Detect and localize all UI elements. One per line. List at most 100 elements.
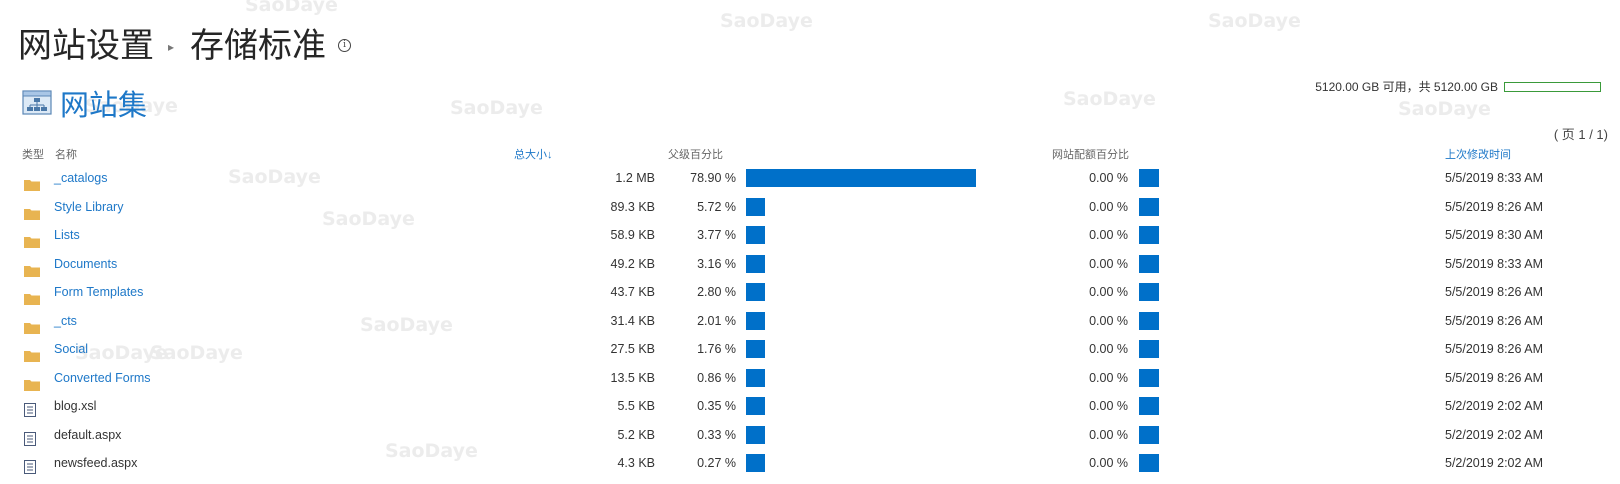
item-name[interactable]: Documents	[54, 250, 117, 278]
item-size: 13.5 KB	[610, 370, 655, 385]
item-size: 43.7 KB	[610, 285, 655, 299]
table-row[interactable]: blog.xsl 5.5 KB 0.35 % 0.00 % 5/2/2019 2:02 …	[0, 392, 1620, 420]
item-parent-percent: 0.33 %	[697, 427, 736, 442]
item-quota-percent: 0.00 %	[1089, 313, 1128, 328]
table-row[interactable]: Converted Forms 13.5 KB 0.86 % 0.00 % 5/5/20…	[0, 364, 1620, 392]
watermark: SaoDaye	[1208, 10, 1301, 32]
table-row[interactable]: _catalogs 1.2 MB 78.90 % 0.00 % 5/5/2019 8:3…	[0, 164, 1620, 192]
item-last-modified: 5/2/2019 2:02 AM	[1445, 427, 1543, 442]
item-name[interactable]: _catalogs	[54, 164, 108, 192]
item-parent-percent: 2.80 %	[697, 285, 736, 299]
column-header-quota-percent[interactable]: 网站配额百分比	[1052, 146, 1129, 162]
table-row[interactable]: default.aspx 5.2 KB 0.33 % 0.00 % 5/2/2019 2…	[0, 421, 1620, 449]
parent-percent-bar	[746, 454, 765, 472]
column-header-parent-percent[interactable]: 父级百分比	[668, 146, 723, 162]
item-name[interactable]: default.aspx	[54, 421, 121, 449]
watermark: SaoDaye	[1398, 98, 1491, 120]
storage-summary: 5120.00 GB 可用，共 5120.00 GB	[1315, 78, 1601, 95]
item-last-modified: 5/5/2019 8:30 AM	[1445, 228, 1543, 242]
item-quota-percent: 0.00 %	[1089, 199, 1128, 214]
quota-percent-bar	[1139, 254, 1159, 273]
item-parent-percent: 3.16 %	[697, 256, 736, 271]
quota-percent-bar	[1139, 226, 1159, 244]
table-row[interactable]: Style Library 89.3 KB 5.72 % 0.00 % 5/5/2019…	[0, 193, 1620, 221]
parent-percent-bar	[746, 340, 765, 358]
parent-percent-bar	[746, 397, 765, 415]
quota-percent-bar	[1139, 311, 1159, 330]
parent-percent-bar	[746, 254, 765, 273]
breadcrumb-parent[interactable]: 网站设置	[18, 18, 154, 67]
parent-percent-bar	[746, 169, 976, 187]
item-last-modified: 5/5/2019 8:26 AM	[1445, 370, 1543, 385]
table-row[interactable]: Social 27.5 KB 1.76 % 0.00 % 5/5/2019 8:26 A…	[0, 335, 1620, 363]
table-row[interactable]: newsfeed.aspx 4.3 KB 0.27 % 0.00 % 5/2/2019 …	[0, 449, 1620, 477]
item-quota-percent: 0.00 %	[1089, 228, 1128, 242]
pager: ( 页 1 / 1)	[1553, 127, 1608, 142]
item-name[interactable]: Lists	[54, 221, 80, 249]
item-parent-percent: 2.01 %	[697, 313, 736, 328]
storage-usage-bar	[1504, 81, 1601, 92]
item-name[interactable]: newsfeed.aspx	[54, 449, 137, 477]
parent-percent-bar	[746, 368, 765, 387]
item-quota-percent: 0.00 %	[1089, 342, 1128, 356]
item-quota-percent: 0.00 %	[1089, 399, 1128, 413]
site-collection-heading[interactable]: 网站集	[22, 82, 147, 124]
breadcrumb-current: 存储标准	[190, 26, 327, 66]
item-parent-percent: 0.35 %	[697, 399, 736, 413]
item-last-modified: 5/5/2019 8:33 AM	[1445, 256, 1543, 271]
table-row[interactable]: Lists 58.9 KB 3.77 % 0.00 % 5/5/2019 8:30 AM	[0, 221, 1620, 249]
column-header-total-size[interactable]: 总大小↓	[514, 146, 553, 162]
item-name[interactable]: Style Library	[54, 193, 123, 221]
quota-percent-bar	[1139, 197, 1159, 216]
quota-percent-bar	[1139, 397, 1159, 415]
item-size: 49.2 KB	[610, 256, 655, 271]
item-parent-percent: 78.90 %	[690, 171, 736, 185]
page-title: 网站设置 ▸ 存储标准 i	[18, 18, 352, 67]
column-header-name[interactable]: 名称	[55, 146, 77, 162]
item-size: 5.5 KB	[617, 399, 655, 413]
item-size: 27.5 KB	[610, 342, 655, 356]
item-last-modified: 5/2/2019 2:02 AM	[1445, 456, 1543, 470]
item-name[interactable]: Converted Forms	[54, 364, 151, 392]
item-name[interactable]: _cts	[54, 307, 77, 335]
item-size: 89.3 KB	[610, 199, 655, 214]
item-quota-percent: 0.00 %	[1089, 285, 1128, 299]
item-last-modified: 5/5/2019 8:26 AM	[1445, 313, 1543, 328]
site-collection-icon	[22, 90, 52, 115]
quota-percent-bar	[1139, 368, 1159, 387]
table-row[interactable]: Form Templates 43.7 KB 2.80 % 0.00 % 5/5/201…	[0, 278, 1620, 306]
item-size: 1.2 MB	[615, 171, 655, 185]
column-header-total-size-label: 总大小	[514, 149, 547, 161]
table-row[interactable]: _cts 31.4 KB 2.01 % 0.00 % 5/5/2019 8:26 AM	[0, 307, 1620, 335]
watermark: SaoDaye	[245, 0, 338, 16]
quota-percent-bar	[1139, 169, 1159, 187]
item-last-modified: 5/2/2019 2:02 AM	[1445, 399, 1543, 413]
item-name[interactable]: Form Templates	[54, 278, 143, 306]
item-name[interactable]: blog.xsl	[54, 392, 96, 420]
column-header-type: 类型	[22, 149, 44, 161]
info-icon[interactable]: i	[338, 39, 352, 52]
item-last-modified: 5/5/2019 8:26 AM	[1445, 199, 1543, 214]
quota-percent-bar	[1139, 283, 1159, 301]
file-icon	[24, 456, 40, 484]
parent-percent-bar	[746, 283, 765, 301]
table-row[interactable]: Documents 49.2 KB 3.16 % 0.00 % 5/5/2019 8:3…	[0, 250, 1620, 278]
item-name[interactable]: Social	[54, 335, 88, 363]
watermark: SaoDaye	[720, 10, 813, 32]
column-header-last-modified[interactable]: 上次修改时间	[1445, 146, 1511, 162]
storage-summary-text: 5120.00 GB 可用，共 5120.00 GB	[1315, 80, 1498, 94]
item-last-modified: 5/5/2019 8:26 AM	[1445, 285, 1543, 299]
item-quota-percent: 0.00 %	[1089, 256, 1128, 271]
item-size: 31.4 KB	[610, 313, 655, 328]
item-parent-percent: 3.77 %	[697, 228, 736, 242]
sort-desc-icon: ↓	[547, 149, 553, 161]
site-collection-title[interactable]: 网站集	[60, 82, 147, 124]
item-quota-percent: 0.00 %	[1089, 171, 1128, 185]
parent-percent-bar	[746, 197, 765, 216]
parent-percent-bar	[746, 311, 765, 330]
item-size: 58.9 KB	[610, 228, 655, 242]
watermark: SaoDaye	[1063, 88, 1156, 110]
quota-percent-bar	[1139, 340, 1159, 358]
item-quota-percent: 0.00 %	[1089, 456, 1128, 470]
item-quota-percent: 0.00 %	[1089, 370, 1128, 385]
